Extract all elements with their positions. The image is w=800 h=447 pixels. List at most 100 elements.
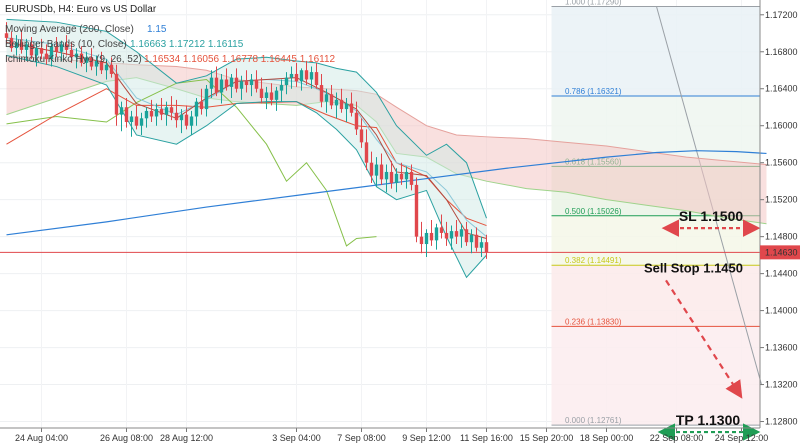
candle-body-80: [404, 171, 409, 180]
candle-body-45: [229, 77, 234, 87]
y-tick-label-4: 1.15600: [765, 158, 798, 168]
eurusd-h4-chart: 1.000 (1.17290)0.786 (1.16321)0.618 (1.1…: [0, 0, 800, 443]
candle-body-34: [174, 112, 179, 121]
candle-body-94: [474, 234, 479, 248]
candle-body-78: [394, 173, 399, 184]
y-tick-label-0: 1.17200: [765, 10, 798, 20]
y-tick-label-5: 1.15200: [765, 195, 798, 205]
legend-bb-values: 1.16663 1.17212 1.16115: [130, 39, 244, 50]
candle-body-49: [249, 79, 254, 86]
candle-body-77: [389, 171, 394, 184]
candle-body-48: [244, 81, 249, 86]
candle-body-82: [414, 184, 419, 237]
candle-body-29: [149, 110, 154, 117]
candle-body-23: [119, 107, 124, 115]
candle-body-55: [279, 85, 284, 91]
candle-body-63: [319, 85, 324, 102]
x-tick-label-7: 15 Sep 20:00: [520, 433, 574, 443]
candle-body-84: [424, 232, 429, 245]
candle-body-69: [349, 103, 354, 113]
candle-body-32: [164, 107, 169, 115]
candle-body-65: [329, 94, 334, 106]
candle-body-66: [334, 99, 339, 106]
candle-body-51: [259, 88, 264, 98]
x-tick-label-10: 24 Sep 12:00: [715, 433, 769, 443]
candle-body-40: [204, 88, 209, 110]
x-tick-label-0: 24 Aug 04:00: [15, 433, 68, 443]
y-tick-label-11: 1.12800: [765, 417, 798, 427]
candle-body-24: [124, 107, 129, 123]
y-tick-label-7: 1.14400: [765, 269, 798, 279]
candle-body-53: [269, 92, 274, 100]
candle-body-20: [104, 64, 109, 71]
fib-label-1.000: 1.000 (1.17290): [565, 0, 622, 6]
candle-body-72: [364, 142, 369, 163]
y-tick-label-8: 1.14000: [765, 306, 798, 316]
candle-body-92: [464, 229, 469, 243]
fib-label-0.382: 0.382 (1.14491): [565, 256, 622, 265]
candle-body-38: [194, 101, 199, 117]
x-tick-label-3: 3 Sep 04:00: [272, 433, 321, 443]
legend-bb-label: Bollinger Bands (10, Close): [5, 39, 127, 50]
candle-body-76: [384, 171, 389, 180]
x-tick-label-9: 22 Sep 08:00: [650, 433, 704, 443]
candle-body-90: [454, 231, 459, 237]
sell-stop-label: Sell Stop 1.1450: [644, 260, 743, 275]
candle-body-33: [169, 107, 174, 113]
candle-body-68: [344, 103, 349, 110]
x-tick-label-4: 7 Sep 08:00: [337, 433, 386, 443]
candle-body-50: [254, 79, 259, 89]
y-tick-label-2: 1.16400: [765, 84, 798, 94]
candle-body-41: [209, 77, 214, 89]
candle-body-88: [444, 232, 449, 239]
x-tick-label-8: 18 Sep 00:00: [580, 433, 634, 443]
candle-body-35: [179, 114, 184, 121]
x-tick-label-6: 11 Sep 16:00: [460, 433, 513, 443]
y-tick-label-6: 1.14800: [765, 232, 798, 242]
y-tick-label-9: 1.13600: [765, 343, 798, 353]
y-tick-label-1: 1.16800: [765, 47, 798, 57]
candle-body-60: [304, 70, 309, 80]
legend-ichimoku-values: 1.16534 1.16056 1.16778 1.16445 1.16112: [144, 54, 336, 65]
y-tick-label-3: 1.16000: [765, 121, 798, 131]
candle-body-25: [129, 116, 134, 123]
candle-body-87: [439, 227, 444, 233]
fib-label-0.000: 0.000 (1.12761): [565, 416, 622, 425]
candle-body-91: [459, 229, 464, 237]
current-price-text: 1.14630: [765, 247, 798, 257]
candle-body-89: [449, 231, 454, 239]
candle-body-54: [274, 90, 279, 100]
candle-body-81: [409, 171, 414, 185]
candle-body-22: [114, 73, 119, 115]
candle-body-93: [469, 234, 474, 243]
candle-body-75: [379, 164, 384, 180]
candle-body-42: [214, 77, 219, 93]
candle-body-95: [479, 242, 484, 248]
fib-label-0.236: 0.236 (1.13830): [565, 317, 622, 326]
candle-body-71: [359, 129, 364, 143]
y-tick-label-10: 1.13200: [765, 380, 798, 390]
tp-label: TP 1.1300: [676, 412, 741, 428]
candle-body-21: [109, 64, 114, 74]
candle-body-43: [219, 79, 224, 93]
candle-body-64: [324, 94, 329, 102]
candle-body-59: [299, 70, 304, 82]
candle-body-39: [199, 101, 204, 110]
candle-body-28: [144, 110, 149, 119]
candle-body-36: [184, 114, 189, 126]
legend-ma-values: 1.15: [147, 24, 167, 35]
sl-label: SL 1.1500: [679, 208, 744, 224]
candle-body-57: [289, 73, 294, 78]
candle-body-26: [134, 116, 139, 126]
candle-body-31: [159, 109, 164, 115]
candle-body-62: [314, 72, 319, 86]
candle-body-85: [429, 232, 434, 241]
candle-body-46: [234, 77, 239, 89]
fib-label-0.500: 0.500 (1.15026): [565, 207, 622, 216]
fib-zone-0: [551, 6, 760, 97]
candle-body-74: [374, 164, 379, 176]
x-tick-label-5: 9 Sep 12:00: [402, 433, 451, 443]
candle-body-86: [434, 227, 439, 241]
candle-body-27: [139, 118, 144, 126]
chart-title: EURUSDb, H4: Euro vs US Dollar: [5, 4, 157, 15]
